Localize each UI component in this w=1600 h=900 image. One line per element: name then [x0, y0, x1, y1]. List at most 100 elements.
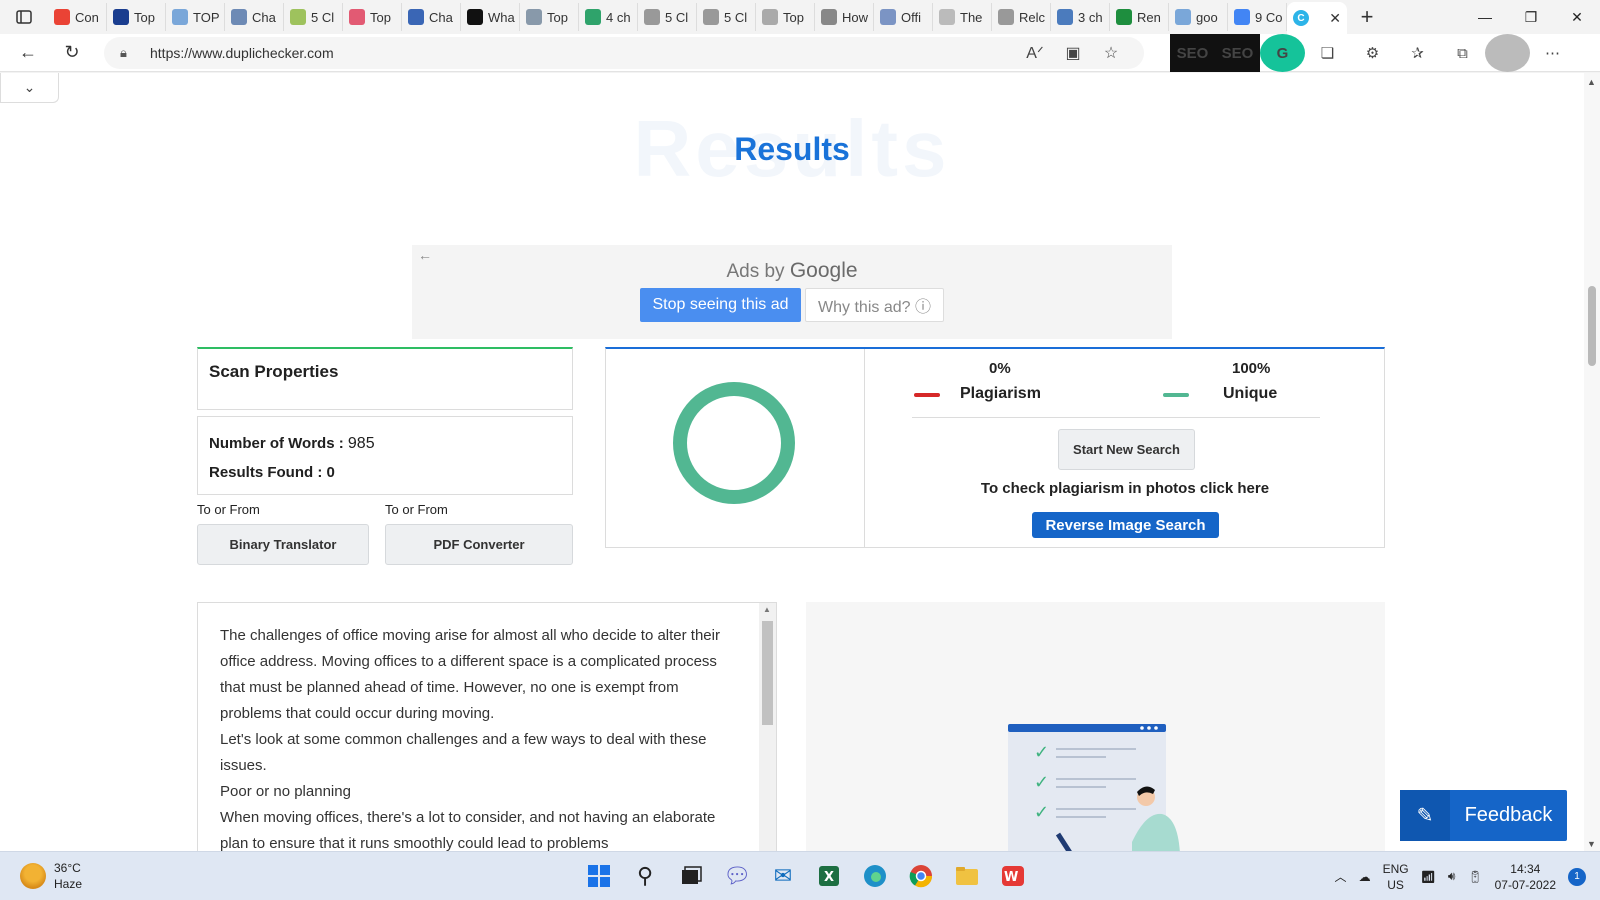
- results-found: Results Found : 0: [209, 464, 335, 481]
- feedback-label: Feedback: [1464, 804, 1553, 826]
- browser-tab[interactable]: Offi: [874, 3, 933, 31]
- checked-text-box[interactable]: The challenges of office moving arise fo…: [197, 602, 777, 851]
- wps-office-icon[interactable]: W: [990, 858, 1036, 894]
- scroll-down-arrow-icon[interactable]: ▼: [1587, 839, 1596, 849]
- browser-tab[interactable]: 9 Co: [1228, 3, 1287, 31]
- why-this-ad-button[interactable]: Why this ad? ⓘ: [805, 288, 944, 322]
- browser-tab[interactable]: 5 Cl: [284, 3, 343, 31]
- more-menu-icon[interactable]: ⋯: [1530, 34, 1575, 72]
- binary-translator-button[interactable]: Binary Translator: [197, 524, 369, 565]
- file-explorer-icon[interactable]: [944, 858, 990, 894]
- close-tab-icon[interactable]: ✕: [1329, 10, 1341, 27]
- tab-active[interactable]: C ✕: [1287, 2, 1347, 34]
- wifi-icon[interactable]: 📶︎: [1421, 870, 1436, 884]
- tab-label: Con: [75, 9, 99, 25]
- browser-tab[interactable]: Cha: [402, 3, 461, 31]
- start-windows-icon[interactable]: [576, 858, 622, 894]
- language-indicator[interactable]: ENG US: [1383, 861, 1409, 893]
- seo-extension-icon[interactable]: SEO: [1170, 34, 1215, 72]
- taskbar-apps: ⚲ 💬︎ ✉ X W: [576, 858, 1036, 894]
- favorites-icon[interactable]: ✰: [1395, 34, 1440, 72]
- text-scrollbar[interactable]: ▲: [759, 603, 776, 851]
- google-logo-text: Google: [789, 259, 858, 282]
- excel-icon[interactable]: X: [806, 858, 852, 894]
- collections-icon[interactable]: ⧉: [1440, 34, 1485, 72]
- seo-extension-2-icon[interactable]: SEO: [1215, 34, 1260, 72]
- chrome-icon[interactable]: [898, 858, 944, 894]
- immersive-reader-icon[interactable]: ▣: [1054, 43, 1092, 63]
- browser-tab[interactable]: Wha: [461, 3, 520, 31]
- browser-toolbar: ← ↻ 🔒︎ https://www.duplichecker.com Aᐟ ▣…: [0, 34, 1600, 72]
- address-bar[interactable]: 🔒︎ https://www.duplichecker.com: [104, 37, 1144, 69]
- mail-icon[interactable]: ✉: [760, 858, 806, 894]
- grammarly-icon[interactable]: G: [1260, 34, 1305, 72]
- page-scroll-thumb[interactable]: [1588, 286, 1596, 366]
- notifications-badge[interactable]: 1: [1568, 867, 1586, 886]
- browser-tab[interactable]: Top: [520, 3, 579, 31]
- close-window-button[interactable]: ✕: [1554, 0, 1600, 34]
- battery-icon[interactable]: 🔋︎: [1467, 870, 1482, 884]
- report-panel: 0% Plagiarism 100% Unique Start New Sear…: [605, 347, 1385, 548]
- tab-favicon-icon: [113, 9, 129, 25]
- show-hidden-icons-chevron-up-icon[interactable]: ︿: [1335, 868, 1347, 885]
- add-favorite-icon[interactable]: ☆: [1092, 43, 1130, 63]
- browser-tab[interactable]: 3 ch: [1051, 3, 1110, 31]
- browser-tab[interactable]: Cha: [225, 3, 284, 31]
- profile-avatar[interactable]: [1485, 34, 1530, 72]
- tab-favicon-icon: [703, 9, 719, 25]
- extensions-puzzle-icon[interactable]: ⚙: [1350, 34, 1395, 72]
- page-scrollbar[interactable]: ▲ ▼: [1584, 73, 1600, 851]
- browser-tab[interactable]: Top: [756, 3, 815, 31]
- stop-seeing-ad-button[interactable]: Stop seeing this ad: [640, 288, 801, 322]
- feedback-button[interactable]: ✎ Feedback: [1400, 790, 1567, 841]
- browser-tab[interactable]: Relc: [992, 3, 1051, 31]
- start-new-search-button[interactable]: Start New Search: [1058, 429, 1195, 470]
- search-icon[interactable]: ⚲: [622, 858, 668, 894]
- tab-label: Top: [547, 9, 568, 25]
- tab-favicon-icon: [231, 9, 247, 25]
- back-button[interactable]: ←: [6, 34, 50, 72]
- browser-tab[interactable]: goo: [1169, 3, 1228, 31]
- reverse-image-search-button[interactable]: Reverse Image Search: [1032, 512, 1219, 538]
- edge-browser-icon[interactable]: [852, 858, 898, 894]
- pdf-converter-button[interactable]: PDF Converter: [385, 524, 573, 565]
- new-tab-button[interactable]: +: [1347, 4, 1387, 30]
- plagiarism-label: Plagiarism: [960, 385, 1041, 402]
- collapse-chevron-down-icon[interactable]: ⌄: [0, 73, 59, 103]
- browser-tab[interactable]: 4 ch: [579, 3, 638, 31]
- text-paragraph: Let's look at some common challenges and…: [220, 731, 707, 774]
- onedrive-icon[interactable]: ☁: [1359, 870, 1371, 884]
- browser-tab[interactable]: Top: [343, 3, 402, 31]
- browser-tab[interactable]: Con: [48, 3, 107, 31]
- extension-icon[interactable]: ❏: [1305, 34, 1350, 72]
- browser-tab[interactable]: The: [933, 3, 992, 31]
- browser-tab[interactable]: TOP: [166, 3, 225, 31]
- plagiarism-legend-swatch: [914, 393, 940, 397]
- clock[interactable]: 14:34 07-07-2022: [1495, 861, 1556, 893]
- browser-tab[interactable]: Top: [107, 3, 166, 31]
- scan-properties-header: Scan Properties: [197, 347, 573, 410]
- browser-tab[interactable]: Ren: [1110, 3, 1169, 31]
- teams-chat-icon[interactable]: 💬︎: [714, 858, 760, 894]
- volume-icon[interactable]: 🔊︎: [1448, 869, 1456, 884]
- scroll-up-icon[interactable]: ▲: [763, 605, 771, 614]
- read-aloud-icon[interactable]: Aᐟ: [1016, 43, 1054, 63]
- browser-tab[interactable]: How: [815, 3, 874, 31]
- photo-plagiarism-note[interactable]: To check plagiarism in photos click here: [864, 480, 1386, 497]
- task-view-icon[interactable]: [668, 858, 714, 894]
- tab-actions-button[interactable]: [0, 0, 48, 34]
- tab-label: TOP: [193, 9, 220, 25]
- restore-button[interactable]: ❐: [1508, 0, 1554, 34]
- text-scroll-thumb[interactable]: [762, 621, 773, 725]
- refresh-button[interactable]: ↻: [50, 34, 94, 72]
- minimize-button[interactable]: —: [1462, 0, 1508, 34]
- tab-label: 4 ch: [606, 9, 631, 25]
- browser-tab[interactable]: 5 Cl: [697, 3, 756, 31]
- tab-label: Top: [370, 9, 391, 25]
- tab-favicon-icon: [467, 9, 483, 25]
- tab-label: How: [842, 9, 869, 25]
- weather-widget[interactable]: 36°C Haze: [20, 860, 82, 892]
- browser-tab[interactable]: 5 Cl: [638, 3, 697, 31]
- tab-label: Wha: [488, 9, 515, 25]
- scroll-up-arrow-icon[interactable]: ▲: [1587, 77, 1596, 87]
